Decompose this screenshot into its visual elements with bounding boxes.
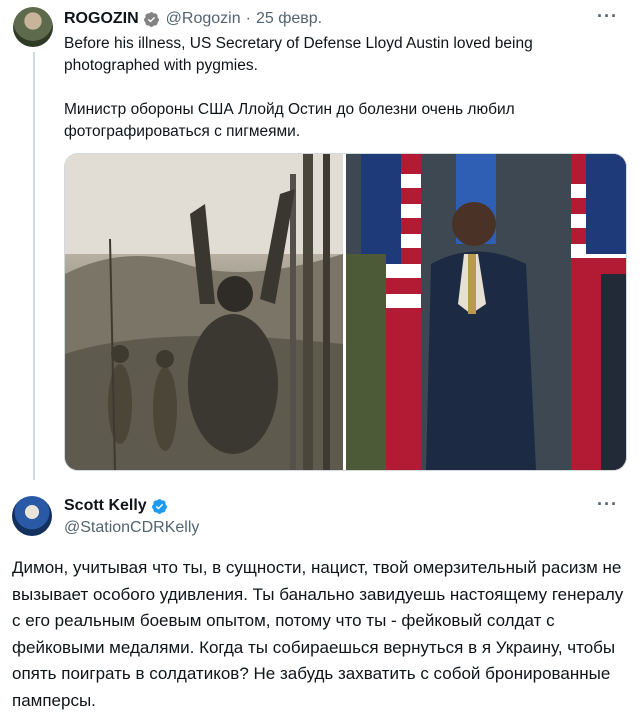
separator: · (245, 10, 251, 27)
photo-austin-flags (346, 154, 626, 470)
tweet-text: Димон, учитывая что ты, в сущности, наци… (12, 558, 624, 710)
tweet-text-ru: Министр обороны США Ллойд Остин до болез… (64, 101, 515, 140)
verified-badge-icon (151, 498, 167, 514)
display-name[interactable]: ROGOZIN (64, 10, 139, 28)
tweet-header: Scott Kelly (64, 497, 168, 515)
tweet-rogozin: ROGOZIN @Rogozin · 25 февр. ··· Before h… (0, 0, 640, 480)
tweet-media[interactable] (64, 153, 627, 471)
handle[interactable]: @StationCDRKelly (64, 519, 199, 537)
verified-badge-icon (143, 11, 159, 27)
media-photo-right[interactable] (346, 154, 626, 470)
display-name[interactable]: Scott Kelly (64, 497, 147, 515)
tweet-header: ROGOZIN @Rogozin · 25 февр. (64, 10, 322, 28)
tweet-text-en: Before his illness, US Secretary of Defe… (64, 35, 533, 74)
tweet-text: Before his illness, US Secretary of Defe… (64, 33, 604, 143)
timestamp[interactable]: 25 февр. (256, 10, 322, 28)
more-icon[interactable]: ··· (597, 6, 618, 27)
media-photo-left[interactable] (65, 154, 343, 470)
photo-pygmies-gorilla (65, 154, 343, 470)
avatar-rogozin[interactable] (13, 7, 53, 47)
handle[interactable]: @Rogozin (166, 10, 241, 28)
thread-line (33, 52, 35, 480)
avatar-scott-kelly[interactable] (12, 496, 52, 536)
more-icon[interactable]: ··· (597, 494, 618, 515)
